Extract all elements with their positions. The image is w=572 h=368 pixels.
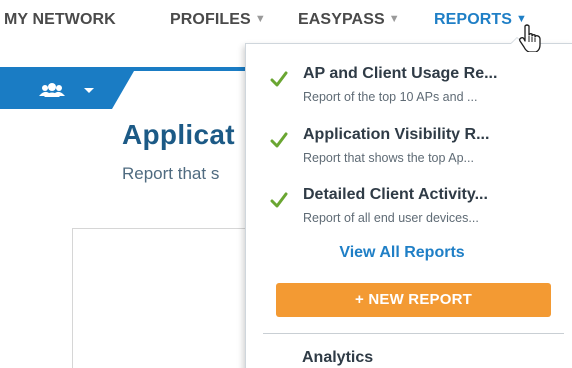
report-item-detailed-client-activity[interactable]: Detailed Client Activity... Report of al… <box>246 183 572 235</box>
page-title: Applicat <box>122 119 235 150</box>
reports-dropdown-menu: AP and Client Usage Re... Report of the … <box>245 43 572 368</box>
new-report-button[interactable]: + NEW REPORT <box>276 283 551 317</box>
nav-my-network-label: MY NETWORK <box>4 11 116 28</box>
report-item-title: AP and Client Usage Re... <box>303 65 498 82</box>
report-item-description: Report that shows the top Ap... <box>303 151 474 165</box>
hand-pointer-icon <box>519 24 541 52</box>
user-group-tab[interactable] <box>0 71 134 109</box>
menu-divider <box>263 333 564 334</box>
nav-profiles-label: PROFILES <box>170 11 251 28</box>
nav-easypass-label: EASYPASS <box>298 11 385 28</box>
chevron-down-icon: ▼ <box>388 13 400 25</box>
report-item-ap-client-usage[interactable]: AP and Client Usage Re... Report of the … <box>246 62 572 114</box>
report-item-description: Report of all end user devices... <box>303 211 479 225</box>
chevron-down-icon: ▼ <box>254 13 266 25</box>
report-item-description: Report of the top 10 APs and ... <box>303 90 478 104</box>
report-item-application-visibility[interactable]: Application Visibility R... Report that … <box>246 123 572 175</box>
report-item-title: Detailed Client Activity... <box>303 186 488 203</box>
page-subtitle: Report that s <box>122 164 220 183</box>
nav-my-network[interactable]: MY NETWORK <box>4 11 116 29</box>
top-navigation: MY NETWORK PROFILES ▼ EASYPASS ▼ REPORTS ▼ <box>0 0 572 40</box>
nav-reports-label: REPORTS <box>434 11 513 28</box>
view-all-reports-link[interactable]: View All Reports <box>246 244 558 262</box>
nav-profiles[interactable]: PROFILES ▼ <box>170 11 266 29</box>
content-card <box>72 228 262 368</box>
check-icon <box>270 132 288 148</box>
nav-reports[interactable]: REPORTS ▼ <box>434 11 527 29</box>
analytics-section-heading[interactable]: Analytics <box>302 349 373 367</box>
report-item-title: Application Visibility R... <box>303 126 490 143</box>
check-icon <box>270 192 288 208</box>
nav-easypass[interactable]: EASYPASS ▼ <box>298 11 400 29</box>
check-icon <box>270 71 288 87</box>
